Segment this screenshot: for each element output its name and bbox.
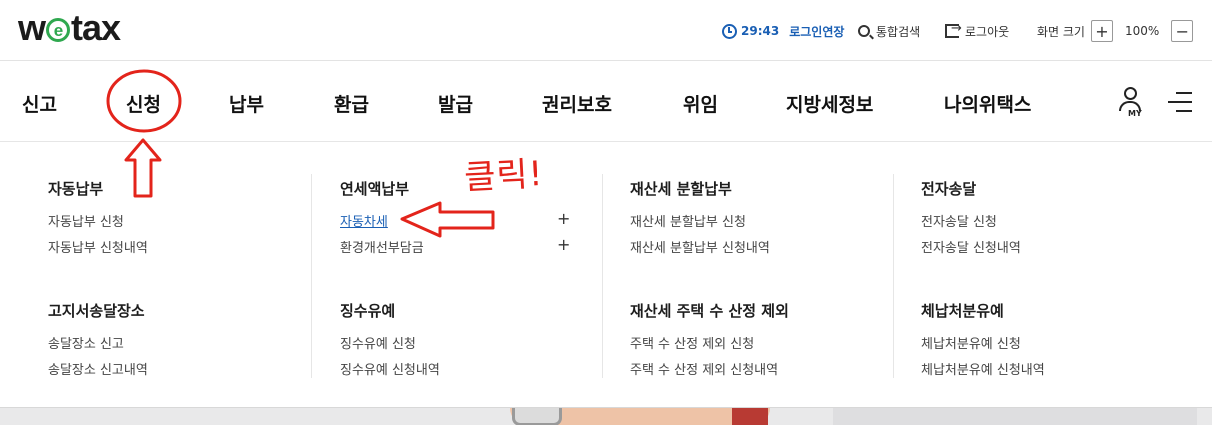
nav-item-payment[interactable]: 납부 — [229, 90, 264, 117]
logo-text-tax: tax — [71, 7, 121, 48]
menu-collection-deferral-apply[interactable]: 징수유예 신청 — [340, 333, 416, 352]
hamburger-line — [1168, 101, 1192, 103]
logout-icon — [945, 21, 962, 38]
hamburger-line — [1176, 110, 1192, 112]
menu-collection-deferral-history[interactable]: 징수유예 신청내역 — [340, 359, 440, 378]
nav-item-my-wetax[interactable]: 나의위택스 — [944, 90, 1031, 117]
my-page-icon[interactable]: MY — [1116, 87, 1146, 119]
menu-auto-pay-apply[interactable]: 자동납부 신청 — [48, 211, 124, 230]
logo-text-w: w — [18, 7, 46, 48]
hamburger-line — [1176, 92, 1192, 94]
background-banner-strip — [0, 407, 1212, 425]
group-title-property-installment: 재산세 분할납부 — [630, 180, 732, 198]
zoom-control: 화면 크기 + 100% − — [1037, 20, 1194, 42]
integrated-search-link[interactable]: 통합검색 — [858, 20, 920, 42]
group-title-notice-address: 고지서송달장소 — [48, 302, 145, 320]
menu-environment-charge[interactable]: 환경개선부담금 — [340, 237, 424, 256]
nav-item-local-tax-info[interactable]: 지방세정보 — [786, 90, 873, 117]
menu-car-tax[interactable]: 자동차세 — [340, 211, 388, 230]
nav-item-rights[interactable]: 권리보호 — [542, 90, 612, 117]
menu-notice-address-report[interactable]: 송달장소 신고 — [48, 333, 124, 352]
main-nav: 신고 신청 납부 환급 발급 권리보호 위임 지방세정보 나의위택스 MY — [0, 62, 1212, 142]
menu-house-count-exclusion-history[interactable]: 주택 수 산정 제외 신청내역 — [630, 359, 778, 378]
logo-e-ring: e — [46, 18, 71, 42]
menu-delinquency-deferral-history[interactable]: 체납처분유예 신청내역 — [921, 359, 1045, 378]
group-title-house-count-exclusion: 재산세 주택 수 산정 제외 — [630, 302, 789, 320]
hamburger-menu-icon[interactable] — [1168, 92, 1192, 112]
column-divider — [311, 174, 312, 378]
zoom-value: 100% — [1124, 24, 1160, 38]
clock-icon — [722, 23, 737, 39]
mega-menu-panel: 자동납부 자동납부 신청 자동납부 신청내역 연세액납부 자동차세 + 환경개선… — [0, 143, 1212, 407]
group-title-delinquency-deferral: 체납처분유예 — [921, 302, 1004, 320]
menu-e-delivery-history[interactable]: 전자송달 신청내역 — [921, 237, 1021, 256]
nav-item-refund[interactable]: 환급 — [334, 90, 369, 117]
zoom-label: 화면 크기 — [1037, 24, 1085, 39]
zoom-in-button[interactable]: + — [1090, 20, 1113, 42]
banner-panel — [833, 408, 1197, 425]
menu-e-delivery-apply[interactable]: 전자송달 신청 — [921, 211, 997, 230]
nav-item-issue[interactable]: 발급 — [438, 90, 473, 117]
logout-label: 로그아웃 — [965, 24, 1010, 39]
column-divider — [893, 174, 894, 378]
extend-login-button[interactable]: 로그인연장 — [789, 23, 844, 40]
menu-notice-address-history[interactable]: 송달장소 신고내역 — [48, 359, 148, 378]
session-time: 29:43 — [741, 24, 780, 38]
menu-delinquency-deferral-apply[interactable]: 체납처분유예 신청 — [921, 333, 1021, 352]
integrated-search-label: 통합검색 — [876, 24, 921, 39]
nav-item-delegate[interactable]: 위임 — [683, 90, 718, 117]
session-timer: 29:43 로그인연장 — [722, 20, 844, 42]
nav-item-apply[interactable]: 신청 — [126, 90, 161, 117]
search-icon — [858, 25, 870, 37]
top-bar: wetax 29:43 로그인연장 통합검색 로그아웃 화면 크기 + 100%… — [0, 0, 1212, 61]
menu-house-count-exclusion-apply[interactable]: 주택 수 산정 제외 신청 — [630, 333, 754, 352]
zoom-out-button[interactable]: − — [1171, 20, 1194, 42]
column-divider — [602, 174, 603, 378]
expand-car-tax-icon[interactable]: + — [557, 209, 570, 228]
group-title-collection-deferral: 징수유예 — [340, 302, 396, 320]
wetax-logo[interactable]: w e tax — [18, 7, 121, 48]
group-title-auto-pay: 자동납부 — [48, 180, 104, 198]
annotation-click-note: 클릭! — [463, 153, 545, 199]
expand-environment-charge-icon[interactable]: + — [557, 235, 570, 254]
logout-link[interactable]: 로그아웃 — [945, 20, 1009, 42]
menu-property-installment-history[interactable]: 재산세 분할납부 신청내역 — [630, 237, 770, 256]
my-icon-label: MY — [1128, 109, 1142, 118]
nav-item-report[interactable]: 신고 — [22, 90, 57, 117]
menu-auto-pay-history[interactable]: 자동납부 신청내역 — [48, 237, 148, 256]
group-title-annual-pay: 연세액납부 — [340, 180, 410, 198]
my-icon-head — [1124, 87, 1137, 100]
group-title-e-delivery: 전자송달 — [921, 180, 977, 198]
banner-watch-strap-image — [732, 408, 768, 425]
banner-device-image — [512, 408, 562, 425]
menu-property-installment-apply[interactable]: 재산세 분할납부 신청 — [630, 211, 746, 230]
